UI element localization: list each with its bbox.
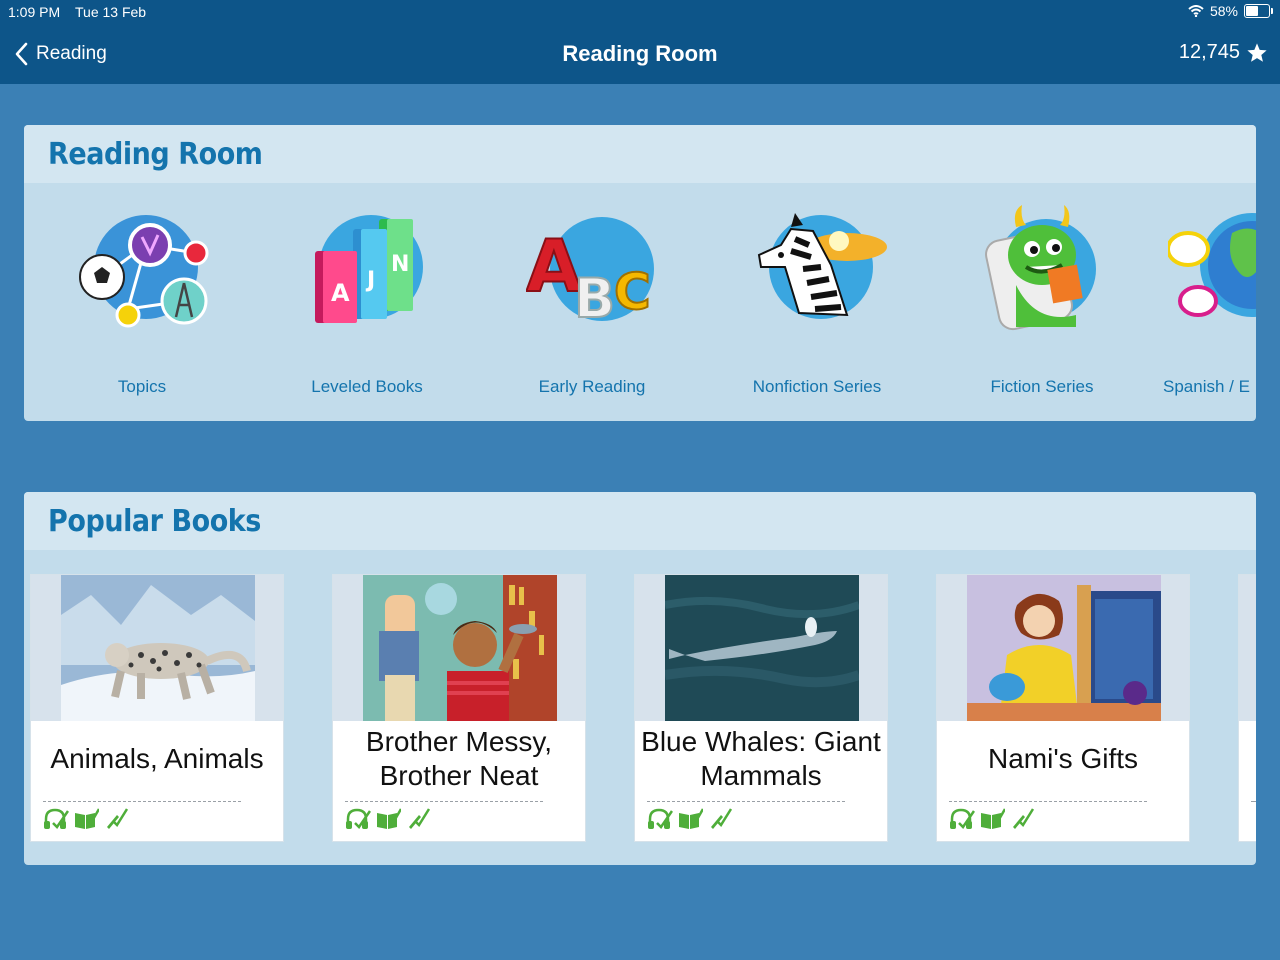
reading-room-header: Reading Room: [24, 125, 1256, 183]
read-icon: [679, 808, 703, 829]
read-icon: [377, 808, 401, 829]
leveled-books-icon: A J N: [315, 215, 423, 323]
svg-text:J: J: [365, 268, 375, 293]
book-cover: [635, 575, 887, 721]
book-cover: [31, 575, 283, 721]
divider: [949, 801, 1147, 802]
status-time: 1:09 PM: [8, 4, 61, 20]
divider: [43, 801, 241, 802]
book-card[interactable]: Nami's Gifts: [936, 574, 1190, 842]
svg-text:N: N: [391, 252, 409, 277]
battery-level: [1246, 6, 1258, 16]
listen-icon: [44, 808, 69, 829]
reading-room-panel: Reading Room Topics A J N Leveled Books …: [24, 125, 1256, 421]
zebra-icon: [757, 213, 887, 319]
read-icon: [75, 808, 99, 829]
book-card[interactable]: Blue Whales: Giant Mammals: [634, 574, 888, 842]
snow-leopard-photo: [61, 575, 255, 721]
blue-whale-photo: [665, 575, 859, 721]
category-leveled-books[interactable]: A J N Leveled Books: [277, 195, 457, 415]
category-nonfiction-series[interactable]: Nonfiction Series: [727, 195, 907, 415]
book-title: Brother Messy, Brother Neat: [365, 726, 553, 791]
category-topics[interactable]: Topics: [52, 195, 232, 415]
battery-icon: [1244, 4, 1273, 18]
svg-text:B: B: [574, 267, 615, 330]
book-title: Blue Whales: Giant Mammals: [641, 726, 881, 791]
points-counter[interactable]: 12,745: [1179, 41, 1268, 64]
book-activities: [949, 807, 1035, 831]
category-spanish[interactable]: Spanish / E: [1158, 195, 1256, 415]
abc-blocks-icon: A B C: [526, 217, 654, 331]
category-label: Nonfiction Series: [752, 377, 882, 396]
book-activities: [647, 807, 733, 831]
book-card-partial[interactable]: [1238, 574, 1256, 842]
popular-books-header: Popular Books: [24, 492, 1256, 550]
book-list: Animals, Animals Brother Messy, Brother …: [24, 574, 1256, 844]
svg-text:C: C: [614, 263, 651, 321]
category-label: Early Reading: [538, 377, 646, 396]
book-activities: [43, 807, 129, 831]
book-cover: [333, 575, 585, 721]
reading-room-heading: Reading Room: [48, 137, 263, 172]
battery-percent: 58%: [1209, 3, 1238, 19]
wifi-icon: [1188, 5, 1204, 17]
status-indicators: 58%: [1188, 3, 1273, 19]
globe-speech-icon: [1168, 213, 1256, 317]
listen-icon: [950, 808, 975, 829]
book-cover: [937, 575, 1189, 721]
book-activities: [345, 807, 431, 831]
category-label: Fiction Series: [990, 377, 1094, 396]
quiz-icon: [409, 808, 431, 829]
svg-text:A: A: [331, 279, 350, 307]
book-card[interactable]: Brother Messy, Brother Neat: [332, 574, 586, 842]
category-list: Topics A J N Leveled Books A B C Early R…: [24, 195, 1256, 415]
book-title: Animals, Animals: [50, 743, 264, 774]
star-icon: [1247, 42, 1267, 62]
popular-books-heading: Popular Books: [48, 504, 261, 539]
read-icon: [981, 808, 1005, 829]
quiz-icon: [107, 808, 129, 829]
quiz-icon: [1013, 808, 1035, 829]
category-label: Leveled Books: [311, 377, 423, 396]
points-value: 12,745: [1178, 41, 1240, 63]
monster-reading-icon: [985, 205, 1096, 331]
topics-icon: [79, 215, 209, 328]
quiz-icon: [711, 808, 733, 829]
category-label: Spanish / E: [1163, 377, 1250, 396]
listen-icon: [346, 808, 371, 829]
category-early-reading[interactable]: A B C Early Reading: [502, 195, 682, 415]
category-label: Topics: [117, 377, 167, 396]
book-card[interactable]: Animals, Animals: [30, 574, 284, 842]
woman-teapot-illustration: [967, 575, 1161, 721]
book-title: Nami's Gifts: [987, 743, 1139, 774]
listen-icon: [648, 808, 673, 829]
top-bar: 1:09 PM Tue 13 Feb 58% Reading Reading R…: [0, 0, 1280, 84]
status-date: Tue 13 Feb: [75, 4, 147, 20]
divider: [1251, 801, 1256, 802]
page-title: Reading Room: [562, 41, 718, 66]
boy-bedroom-illustration: [363, 575, 557, 721]
category-fiction-series[interactable]: Fiction Series: [952, 195, 1132, 415]
book-cover: [1239, 575, 1256, 721]
divider: [345, 801, 543, 802]
divider: [647, 801, 845, 802]
popular-books-panel: Popular Books Animals, Animals Brother M…: [24, 492, 1256, 865]
